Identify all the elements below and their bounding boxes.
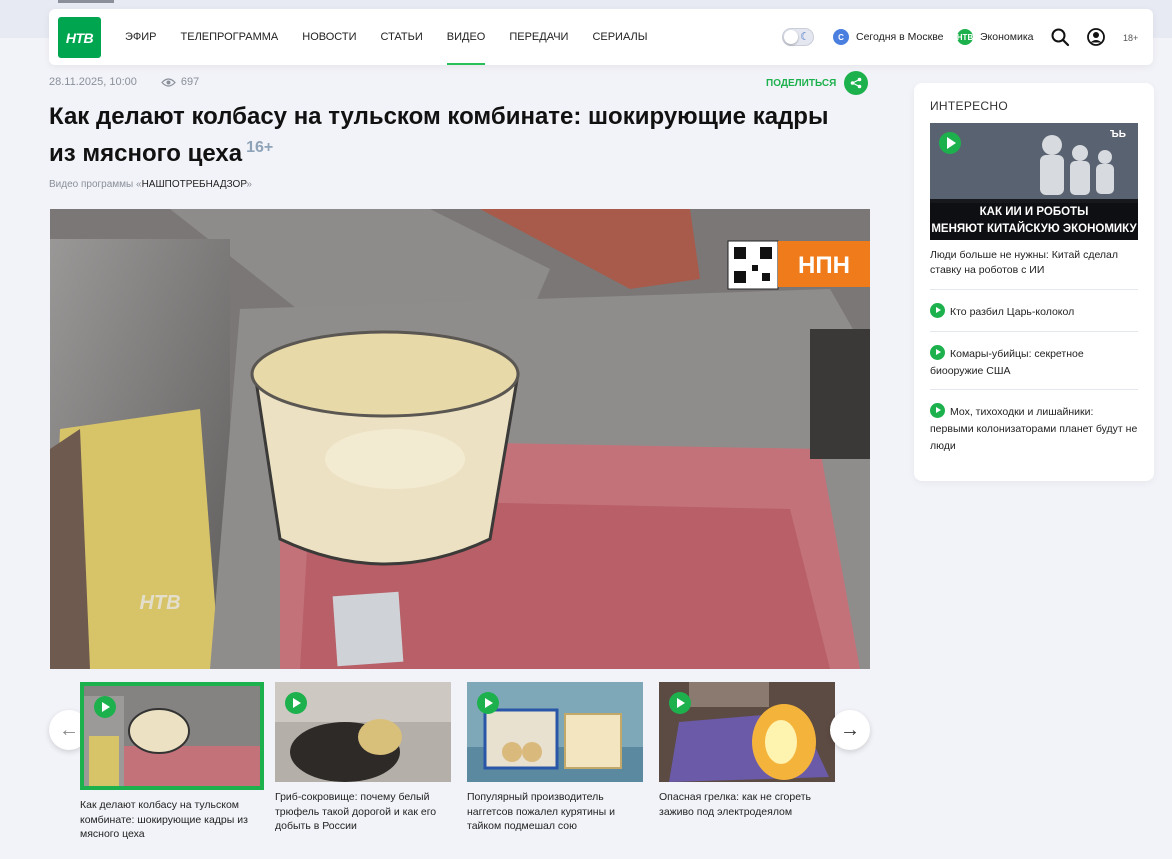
ntv-economy-icon: НТВ [957, 29, 973, 45]
economy-label: Экономика [980, 31, 1034, 43]
nav-teleprogramma[interactable]: ТЕЛЕПРОГРАММА [181, 9, 279, 65]
sidebar-item-title: Комары-убийцы: секретное биооружие США [930, 348, 1084, 377]
play-icon [930, 345, 945, 360]
play-icon [285, 692, 307, 714]
feature-badge: ЪЬ [1110, 129, 1126, 140]
main-nav: ЭФИР ТЕЛЕПРОГРАММА НОВОСТИ СТАТЬИ ВИДЕО … [125, 9, 672, 65]
share-icon [844, 71, 869, 95]
nav-video[interactable]: ВИДЕО [446, 9, 485, 65]
nav-serialy[interactable]: СЕРИАЛЫ [592, 9, 647, 65]
qr-code-icon [727, 240, 779, 290]
card-thumbnail [467, 682, 643, 782]
video-frame-image: НПН НТВ [50, 209, 870, 669]
card-thumbnail [659, 682, 835, 782]
moon-icon: ☾ [800, 31, 810, 43]
article-date: 28.11.2025, 10:00 [49, 76, 137, 88]
eye-icon [161, 77, 176, 87]
nav-peredachi[interactable]: ПЕРЕДАЧИ [509, 9, 568, 65]
arrow-right-icon: → [840, 718, 860, 741]
user-icon[interactable] [1086, 27, 1106, 47]
play-icon [94, 696, 116, 718]
video-player[interactable]: НПН НТВ [50, 209, 870, 669]
moscow-icon: С [833, 29, 849, 45]
card-title: Гриб-сокровище: почему белый трюфель так… [275, 791, 437, 832]
interesting-sidebar: ИНТЕРЕСНО КАК ИИ И РОБОТЫ МЕНЯЮТ КИТАЙСК… [914, 83, 1154, 481]
card-thumbnail [80, 682, 264, 790]
nav-efir[interactable]: ЭФИР [125, 9, 157, 65]
breadcrumb: Видео программы «НАШПОТРЕБНАДЗОР» [49, 179, 252, 190]
age-16-badge: 16+ [246, 139, 274, 156]
carousel-card[interactable]: Как делают колбасу на тульском комбинате… [80, 682, 264, 842]
related-videos-carousel: ← Как делают колбасу на тульском комбина… [49, 682, 871, 852]
today-moscow-label: Сегодня в Москве [856, 31, 944, 43]
article-title: Как делают колбасу на тульском комбинате… [49, 101, 859, 169]
economy-link[interactable]: НТВ Экономика [957, 29, 1033, 45]
play-icon [669, 692, 691, 714]
sidebar-item[interactable]: Комары-убийцы: секретное биооружие США [930, 331, 1138, 380]
nav-stati[interactable]: СТАТЬИ [380, 9, 422, 65]
crumb-suffix: » [246, 179, 252, 190]
carousel-next-arrow[interactable]: → [830, 710, 870, 750]
carousel-card[interactable]: Опасная грелка: как не сгореть заживо по… [659, 682, 841, 819]
sidebar-feature-title[interactable]: Люди больше не нужны: Китай сделал ставк… [930, 248, 1136, 278]
share-label: ПОДЕЛИТЬСЯ [766, 77, 837, 89]
article-title-text: Как делают колбасу на тульском комбинате… [49, 103, 829, 167]
sidebar-item-title: Мох, тихоходки и лишайники: первыми коло… [930, 406, 1138, 452]
search-icon[interactable] [1050, 27, 1070, 47]
strip-thumbnail [58, 0, 114, 3]
play-icon [930, 403, 945, 418]
share-button[interactable]: ПОДЕЛИТЬСЯ [766, 71, 869, 95]
carousel-card[interactable]: Гриб-сокровище: почему белый трюфель так… [275, 682, 457, 834]
card-thumbnail [275, 682, 451, 782]
carousel-card[interactable]: Популярный производитель наггетсов пожал… [467, 682, 649, 834]
nav-novosti[interactable]: НОВОСТИ [302, 9, 356, 65]
site-header: НТВ ЭФИР ТЕЛЕПРОГРАММА НОВОСТИ СТАТЬИ ВИ… [49, 9, 1153, 65]
crumb-prefix: Видео программы « [49, 179, 142, 190]
play-icon [477, 692, 499, 714]
feature-overlay-line-2: МЕНЯЮТ КИТАЙСКУЮ ЭКОНОМИКУ [931, 222, 1137, 235]
toggle-knob [784, 30, 798, 44]
sidebar-label: ИНТЕРЕСНО [930, 99, 1008, 113]
sidebar-item[interactable]: Мох, тихоходки и лишайники: первыми коло… [930, 389, 1138, 455]
play-icon [930, 303, 945, 318]
today-moscow-link[interactable]: С Сегодня в Москве [833, 29, 944, 45]
sidebar-feature-thumbnail[interactable]: КАК ИИ И РОБОТЫ МЕНЯЮТ КИТАЙСКУЮ ЭКОНОМИ… [930, 123, 1138, 240]
sidebar-item-title: Кто разбил Царь-колокол [950, 306, 1075, 318]
views-value: 697 [180, 76, 200, 88]
npn-badge-text: НПН [798, 252, 850, 279]
article-meta: 28.11.2025, 10:00 697 [49, 76, 199, 88]
views-count: 697 [161, 76, 199, 88]
feature-overlay-line-1: КАК ИИ И РОБОТЫ [980, 206, 1089, 218]
ntv-logo[interactable]: НТВ [58, 17, 101, 58]
arrow-left-icon: ← [59, 718, 79, 741]
crumb-program-link[interactable]: НАШПОТРЕБНАДЗОР [142, 179, 247, 190]
card-title: Популярный производитель наггетсов пожал… [467, 791, 615, 832]
card-title: Опасная грелка: как не сгореть заживо по… [659, 791, 811, 818]
age-rating: 18+ [1123, 33, 1139, 43]
ntv-watermark: НТВ [139, 592, 180, 614]
sidebar-item[interactable]: Кто разбил Царь-колокол [930, 289, 1138, 321]
theme-toggle[interactable]: ☾ [782, 28, 814, 46]
card-title: Как делают колбасу на тульском комбинате… [80, 799, 248, 840]
